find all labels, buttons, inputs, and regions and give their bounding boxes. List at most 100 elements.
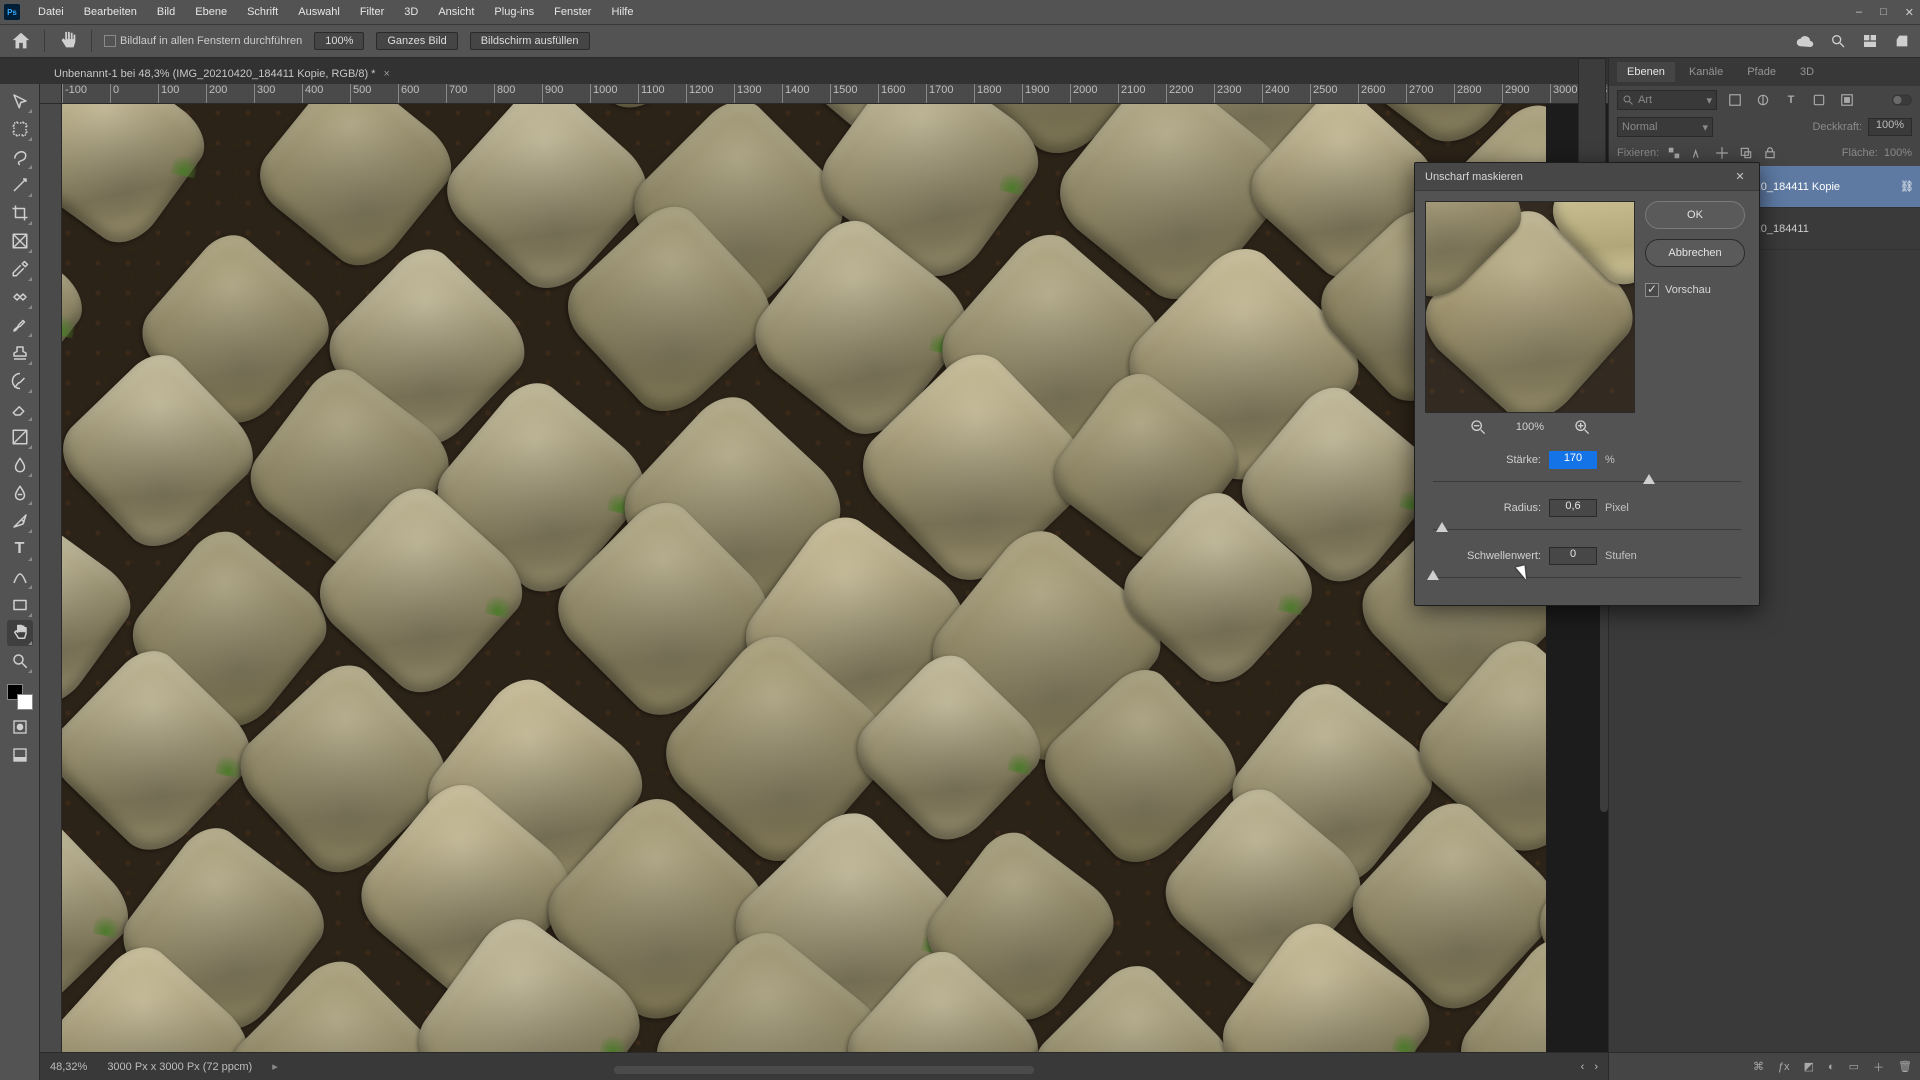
- panel-tab-ebenen[interactable]: Ebenen: [1617, 62, 1675, 82]
- amount-input[interactable]: 170: [1549, 451, 1597, 469]
- search-icon[interactable]: [1830, 33, 1846, 49]
- zoom-out-icon[interactable]: [1470, 419, 1486, 435]
- lock-all-icon[interactable]: [1761, 144, 1779, 162]
- type-tool[interactable]: T: [7, 536, 33, 562]
- blend-mode-dropdown[interactable]: Normal▾: [1617, 117, 1713, 137]
- scroll-all-windows-checkbox[interactable]: Bildlauf in allen Fenstern durchführen: [104, 35, 302, 47]
- workspace-icon[interactable]: [1862, 33, 1878, 49]
- canvas[interactable]: [62, 104, 1608, 1052]
- layer-link-icon[interactable]: ⛓: [1900, 180, 1914, 193]
- menu-item-filter[interactable]: Filter: [350, 0, 394, 24]
- amount-slider[interactable]: [1433, 473, 1741, 491]
- menu-item-3d[interactable]: 3D: [394, 0, 428, 24]
- move-tool[interactable]: [7, 88, 33, 114]
- prev-nav-button[interactable]: ‹: [1581, 1061, 1585, 1073]
- delete-layer-icon[interactable]: 🗑: [1898, 1060, 1912, 1073]
- document-info-readout[interactable]: 3000 Px x 3000 Px (72 ppcm): [107, 1061, 252, 1073]
- menu-item-ebene[interactable]: Ebene: [185, 0, 237, 24]
- window-close-button[interactable]: ✕: [1905, 6, 1914, 19]
- document-tab[interactable]: Unbenannt-1 bei 48,3% (IMG_20210420_1844…: [40, 64, 404, 84]
- menu-item-schrift[interactable]: Schrift: [237, 0, 288, 24]
- eyedropper-tool[interactable]: [7, 256, 33, 282]
- dialog-preview[interactable]: [1425, 201, 1635, 413]
- cloud-docs-icon[interactable]: [1796, 32, 1814, 50]
- close-tab-icon[interactable]: ×: [383, 68, 389, 80]
- layer-filter-dropdown[interactable]: Art ▾: [1617, 90, 1717, 110]
- menu-item-plug-ins[interactable]: Plug-ins: [484, 0, 544, 24]
- zoom-100-button[interactable]: 100%: [314, 32, 364, 50]
- cancel-button[interactable]: Abbrechen: [1645, 239, 1745, 267]
- rect-tool[interactable]: [7, 592, 33, 618]
- brush-tool[interactable]: [7, 312, 33, 338]
- radius-input[interactable]: 0,6: [1549, 499, 1597, 517]
- menu-item-ansicht[interactable]: Ansicht: [428, 0, 484, 24]
- history-brush-tool[interactable]: [7, 368, 33, 394]
- new-layer-icon[interactable]: ＋: [1873, 1059, 1884, 1075]
- panel-tab-pfade[interactable]: Pfade: [1737, 62, 1786, 82]
- filter-shape-icon[interactable]: [1809, 90, 1829, 110]
- ruler-horizontal[interactable]: -100010020030040050060070080090010001100…: [62, 84, 1608, 104]
- zoom-level-readout[interactable]: 48,32%: [50, 1061, 87, 1073]
- filter-type-icon[interactable]: T: [1781, 90, 1801, 110]
- dodge-tool[interactable]: [7, 480, 33, 506]
- lasso-tool[interactable]: [7, 144, 33, 170]
- filter-smart-icon[interactable]: [1837, 90, 1857, 110]
- adjustment-layer-icon[interactable]: ◐: [1828, 1061, 1835, 1073]
- hand-tool[interactable]: [7, 620, 33, 646]
- lock-pixels-icon[interactable]: [1689, 144, 1707, 162]
- menu-item-fenster[interactable]: Fenster: [544, 0, 601, 24]
- panel-tab-3d[interactable]: 3D: [1790, 62, 1824, 82]
- gradient-tool[interactable]: [7, 424, 33, 450]
- share-icon[interactable]: [1894, 33, 1910, 49]
- dialog-close-icon[interactable]: ✕: [1731, 170, 1749, 183]
- screenmode-button[interactable]: [7, 742, 33, 768]
- zoom-in-icon[interactable]: [1574, 419, 1590, 435]
- lock-position-icon[interactable]: [1713, 144, 1731, 162]
- color-swatches[interactable]: [5, 682, 35, 712]
- ok-button[interactable]: OK: [1645, 201, 1745, 229]
- wand-tool[interactable]: [7, 172, 33, 198]
- menu-item-hilfe[interactable]: Hilfe: [601, 0, 643, 24]
- menu-item-auswahl[interactable]: Auswahl: [288, 0, 350, 24]
- frame-tool[interactable]: [7, 228, 33, 254]
- fit-screen-button[interactable]: Ganzes Bild: [376, 32, 457, 50]
- zoom-tool[interactable]: [7, 648, 33, 674]
- threshold-slider[interactable]: [1433, 569, 1741, 587]
- threshold-input[interactable]: 0: [1549, 547, 1597, 565]
- pen-tool[interactable]: [7, 508, 33, 534]
- quickmask-button[interactable]: [7, 714, 33, 740]
- link-layers-icon[interactable]: ⌘: [1753, 1060, 1764, 1073]
- menu-item-bearbeiten[interactable]: Bearbeiten: [74, 0, 147, 24]
- layer-group-icon[interactable]: ▭: [1849, 1060, 1859, 1073]
- filter-pixel-icon[interactable]: [1725, 90, 1745, 110]
- lock-transparency-icon[interactable]: [1665, 144, 1683, 162]
- menu-item-bild[interactable]: Bild: [147, 0, 185, 24]
- fill-screen-button[interactable]: Bildschirm ausfüllen: [470, 32, 590, 50]
- fill-input[interactable]: 100%: [1884, 147, 1912, 159]
- home-button[interactable]: [10, 30, 32, 52]
- opacity-input[interactable]: 100%: [1868, 118, 1912, 136]
- menu-item-datei[interactable]: Datei: [28, 0, 74, 24]
- stamp-tool[interactable]: [7, 340, 33, 366]
- blur-tool[interactable]: [7, 452, 33, 478]
- path-tool[interactable]: [7, 564, 33, 590]
- layer-mask-icon[interactable]: ◩: [1804, 1060, 1814, 1073]
- dialog-titlebar[interactable]: Unscharf maskieren ✕: [1415, 163, 1759, 191]
- document-image[interactable]: [62, 104, 1546, 1052]
- preview-checkbox[interactable]: Vorschau: [1645, 283, 1745, 297]
- ruler-vertical[interactable]: [40, 104, 62, 1052]
- lock-nested-icon[interactable]: [1737, 144, 1755, 162]
- hand-tool-icon[interactable]: [57, 30, 79, 52]
- horizontal-scrollbar[interactable]: [614, 1066, 1034, 1074]
- filter-toggle-icon[interactable]: [1892, 90, 1912, 110]
- heal-tool[interactable]: [7, 284, 33, 310]
- layer-style-icon[interactable]: ƒx: [1778, 1061, 1790, 1073]
- radius-slider[interactable]: [1433, 521, 1741, 539]
- filter-adjust-icon[interactable]: [1753, 90, 1773, 110]
- window-maximize-button[interactable]: □: [1880, 6, 1887, 18]
- next-nav-button[interactable]: ›: [1594, 1061, 1598, 1073]
- eraser-tool[interactable]: [7, 396, 33, 422]
- crop-tool[interactable]: [7, 200, 33, 226]
- artboard-tool[interactable]: [7, 116, 33, 142]
- ruler-origin[interactable]: [40, 84, 62, 104]
